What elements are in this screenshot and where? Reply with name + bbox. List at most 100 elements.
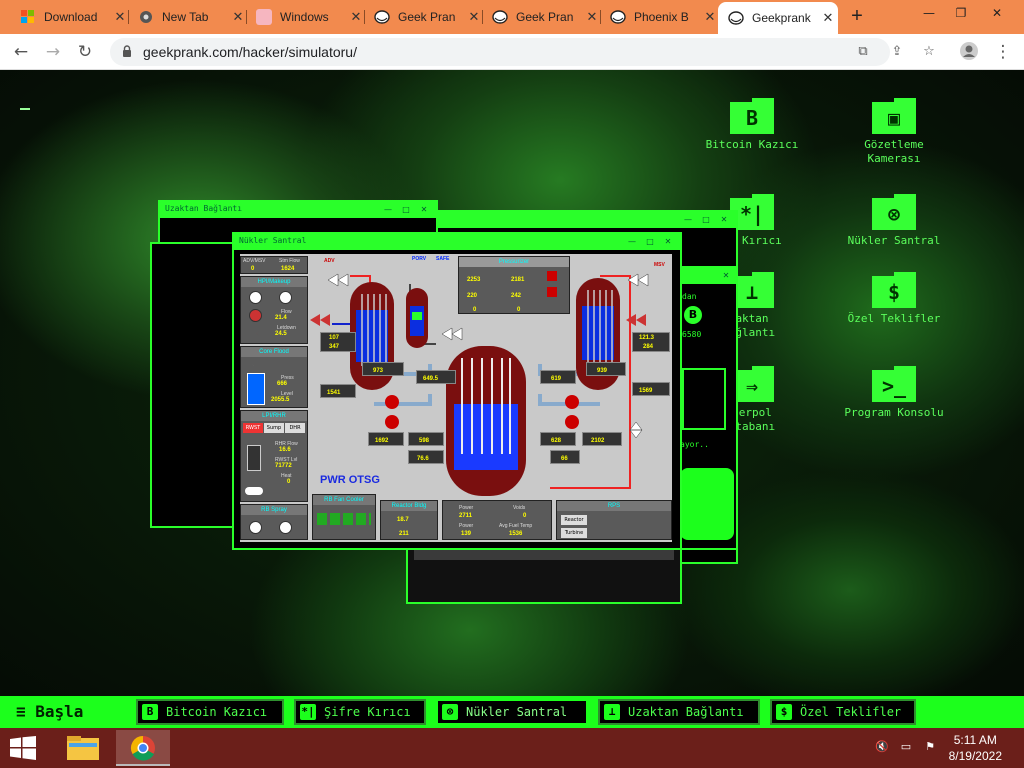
- taskbar-special-offers[interactable]: $ Özel Teklifler: [770, 699, 916, 725]
- core-flood-valve-icon[interactable]: [281, 361, 295, 370]
- rb-spray-pump-button[interactable]: [249, 521, 262, 534]
- browser-tab[interactable]: Phoenix B ✕: [600, 4, 720, 30]
- nuclear-plant-window[interactable]: Nükler Santral — □ ✕ ADV/MSV Stm Flow 0 …: [232, 232, 682, 550]
- tab-title: Download: [44, 10, 98, 24]
- maximize-icon[interactable]: □: [644, 236, 656, 248]
- desktop-icon-program-console[interactable]: >_ Program Konsolu: [834, 366, 954, 420]
- url-text[interactable]: geekprank.com/hacker/simulatoru/: [143, 44, 357, 60]
- volume-muted-icon[interactable]: 🔇: [874, 740, 890, 756]
- minimize-icon[interactable]: —: [682, 214, 694, 226]
- turbine-trip-button[interactable]: Turbine: [561, 528, 587, 538]
- windows-taskbar: 🔇 ▭ ⚑ 5:11 AM 8/19/2022: [0, 728, 1024, 768]
- window-titlebar[interactable]: — □ ✕: [408, 212, 736, 228]
- rb-spray-pump-button[interactable]: [279, 521, 292, 534]
- browser-tab[interactable]: Geek Pran ✕: [364, 4, 484, 30]
- window-titlebar[interactable]: Uzaktan Bağlantı — □ ✕: [160, 202, 436, 218]
- core-flood-panel: Core Flood Press 666 Level 2055.5: [240, 346, 308, 408]
- msv-label: MSV: [654, 262, 665, 268]
- cold-temp-right2: 628: [540, 432, 576, 446]
- minimize-icon[interactable]: —: [626, 236, 638, 248]
- miner-label: dan: [682, 292, 697, 301]
- browser-tab[interactable]: New Tab ✕: [128, 4, 248, 30]
- maximize-icon[interactable]: □: [700, 214, 712, 226]
- taskbar-bitcoin-miner[interactable]: B Bitcoin Kazıcı: [136, 699, 284, 725]
- window-titlebar[interactable]: Nükler Santral — □ ✕: [234, 234, 680, 250]
- rwst-button[interactable]: RWST: [243, 423, 263, 433]
- close-icon[interactable]: ✕: [718, 214, 730, 226]
- nuclear-folder-icon: ⊗: [872, 194, 916, 230]
- forward-arrow-icon[interactable]: →: [42, 41, 64, 63]
- bitcoin-icon: B: [684, 306, 702, 324]
- maximize-icon[interactable]: □: [400, 204, 412, 216]
- translate-icon[interactable]: ⧉: [854, 43, 872, 61]
- taskbar-password-cracker[interactable]: *| Şifre Kırıcı: [294, 699, 426, 725]
- browser-tab[interactable]: Geek Pran ✕: [482, 4, 602, 30]
- makeup-pump-button[interactable]: [249, 309, 262, 322]
- hpi-pump-button[interactable]: [249, 291, 262, 304]
- fan-cooler-buttons[interactable]: [317, 513, 371, 525]
- close-tab-icon[interactable]: ✕: [582, 9, 602, 25]
- kebab-menu-icon[interactable]: ⋮: [992, 41, 1014, 63]
- dhr-button[interactable]: DHR: [285, 423, 305, 433]
- share-icon[interactable]: ⇪: [888, 43, 906, 61]
- window-titlebar[interactable]: ✕: [678, 268, 736, 284]
- desktop-icon-label: Nükler Santral: [847, 234, 941, 247]
- sg-temp-left: 973: [362, 362, 404, 376]
- close-icon[interactable]: ✕: [720, 270, 732, 282]
- close-tab-icon[interactable]: ✕: [464, 9, 484, 25]
- tab-title: Geekprank: [752, 11, 811, 25]
- new-tab-button[interactable]: +: [846, 5, 868, 27]
- reactor-trip-button[interactable]: Reactor: [561, 515, 587, 525]
- close-tab-icon[interactable]: ✕: [700, 9, 720, 25]
- network-icon[interactable]: ▭: [898, 740, 914, 756]
- safe-label: SAFE: [436, 256, 450, 262]
- close-icon[interactable]: ✕: [418, 204, 430, 216]
- taskbar-remote-connection[interactable]: ⊥ Uzaktan Bağlantı: [598, 699, 760, 725]
- browser-tab[interactable]: Download ✕: [10, 4, 130, 30]
- start-button[interactable]: ≡ Başla: [16, 702, 83, 721]
- close-tab-icon[interactable]: ✕: [228, 9, 248, 25]
- chrome-taskbar-icon[interactable]: [116, 730, 170, 766]
- browser-tab-active[interactable]: Geekprank ✕: [718, 2, 838, 34]
- minimize-icon[interactable]: —: [382, 204, 394, 216]
- window-title: Uzaktan Bağlantı: [165, 204, 243, 213]
- desktop-icon-nuclear-plant[interactable]: ⊗ Nükler Santral: [834, 194, 954, 248]
- camera-folder-icon: ▣: [872, 98, 916, 134]
- background-window-bitcoin-miner[interactable]: ✕ dan B 6580 ayor..: [676, 266, 738, 550]
- browser-tab[interactable]: Windows ✕: [246, 4, 366, 30]
- tab-title: New Tab: [162, 10, 209, 24]
- pressurizer-heater-button[interactable]: [547, 271, 557, 281]
- desktop-icon-surveillance-camera[interactable]: ▣ Gözetleme Kamerası: [834, 98, 954, 166]
- close-icon[interactable]: ✕: [662, 236, 674, 248]
- lock-icon[interactable]: [122, 45, 132, 57]
- hpi-pump-button[interactable]: [279, 291, 292, 304]
- back-arrow-icon[interactable]: ←: [10, 41, 32, 63]
- pressurizer-spray-button[interactable]: [547, 287, 557, 297]
- close-tab-icon[interactable]: ✕: [818, 10, 838, 26]
- bookmark-star-icon[interactable]: ☆: [920, 43, 938, 61]
- system-clock[interactable]: 5:11 AM 8/19/2022: [949, 732, 1002, 764]
- bitcoin-folder-icon: B: [730, 98, 774, 134]
- profile-avatar-icon[interactable]: [958, 41, 980, 63]
- windows-logo-icon: [20, 9, 36, 25]
- adv-msv-panel: ADV/MSV Stm Flow 0 1624: [240, 256, 308, 274]
- window-title: Nükler Santral: [239, 236, 307, 245]
- hpi-makeup-panel: HPI/Makeup Flow 21.4 Letdown 24.5: [240, 276, 308, 344]
- close-tab-icon[interactable]: ✕: [110, 9, 130, 25]
- notification-icon[interactable]: ⚑: [922, 740, 938, 756]
- address-bar[interactable]: geekprank.com/hacker/simulatoru/ ⧉ ⇪ ☆: [110, 38, 935, 66]
- desktop-icon-special-offers[interactable]: $ Özel Teklifler: [834, 272, 954, 326]
- letdown-valve-icon[interactable]: [249, 329, 263, 338]
- core-flood-valve-icon[interactable]: [247, 361, 261, 370]
- desktop-icon-bitcoin-miner[interactable]: B Bitcoin Kazıcı: [692, 98, 812, 152]
- close-tab-icon[interactable]: ✕: [346, 9, 366, 25]
- windows-start-icon[interactable]: [10, 736, 36, 760]
- feed-flow-left: 1541: [320, 384, 356, 398]
- restore-window-button[interactable]: ❐: [946, 2, 976, 24]
- sump-button[interactable]: Sump: [264, 423, 284, 433]
- reload-icon[interactable]: ↻: [74, 41, 96, 63]
- close-window-button[interactable]: ✕: [982, 2, 1012, 24]
- taskbar-nuclear-plant[interactable]: ⊗ Nükler Santral: [436, 699, 588, 725]
- file-explorer-icon[interactable]: [56, 730, 110, 766]
- minimize-window-button[interactable]: —: [914, 2, 944, 24]
